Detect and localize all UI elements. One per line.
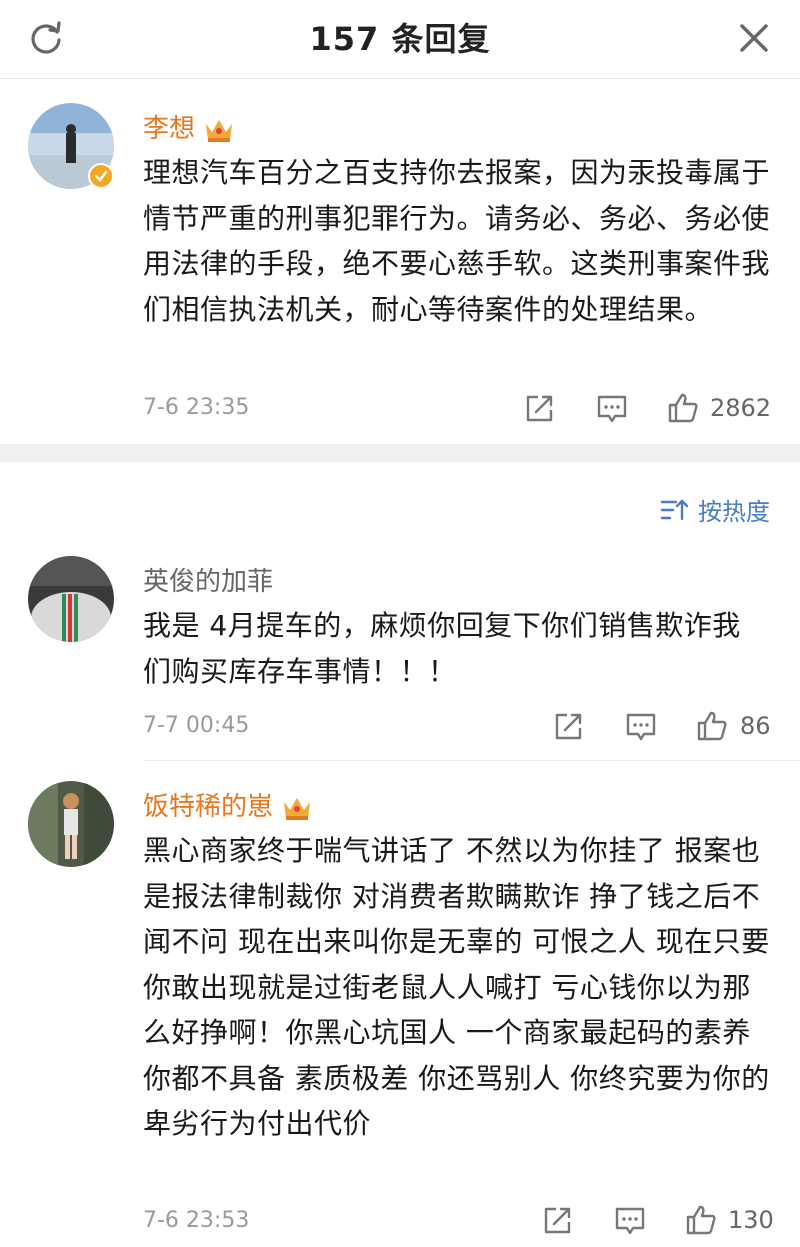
comment-time: 7-6 23:35 [143, 395, 250, 420]
section-divider [0, 444, 800, 462]
comment-text: 理想汽车百分之百支持你去报案，因为汞投毒属于情节严重的刑事犯罪行为。请务必、务必… [143, 156, 771, 326]
like-count: 130 [728, 1206, 774, 1234]
crown-icon [206, 119, 233, 142]
comment-time: 7-6 23:53 [143, 1208, 250, 1233]
comment-icon[interactable] [613, 1204, 647, 1238]
like-count: 86 [740, 712, 771, 740]
like-icon[interactable] [684, 1203, 718, 1237]
sort-icon [660, 499, 689, 520]
like-icon[interactable] [695, 709, 729, 743]
page-title: 157 条回复 [309, 20, 491, 58]
avatar[interactable] [28, 556, 114, 642]
author-name[interactable]: 饭特稀的崽 [143, 792, 273, 822]
like-count: 2862 [710, 394, 772, 422]
top-bar: 157 条回复 [0, 0, 800, 79]
comment-text: 黑心商家终于喘气讲话了 不然以为你挂了 报案也是报法律制裁你 对消费者欺瞒欺诈 … [143, 834, 770, 1140]
share-icon[interactable] [551, 710, 585, 744]
share-icon[interactable] [540, 1204, 574, 1238]
crown-icon [284, 797, 311, 820]
comment-author[interactable]: 李想 [143, 108, 235, 145]
comment-author[interactable]: 饭特稀的崽 [143, 786, 313, 823]
comment-icon[interactable] [595, 392, 629, 426]
comment-icon[interactable] [624, 710, 658, 744]
comment-text: 我是 4月提车的，麻烦你回复下你们销售欺诈我们购买库存车事情！！！ [143, 609, 741, 688]
sort-label[interactable]: 按热度 [698, 492, 770, 527]
avatar[interactable] [28, 781, 114, 867]
share-icon[interactable] [522, 392, 556, 426]
author-name[interactable]: 李想 [143, 114, 195, 144]
sort-by-hot-button[interactable]: 按热度 [660, 492, 770, 527]
comment-author[interactable]: 英俊的加菲 [143, 561, 273, 598]
reply-divider [143, 760, 800, 761]
close-icon[interactable] [734, 18, 774, 58]
like-icon[interactable] [666, 391, 700, 425]
verified-badge-icon [88, 163, 114, 189]
comment-time: 7-7 00:45 [143, 713, 250, 738]
